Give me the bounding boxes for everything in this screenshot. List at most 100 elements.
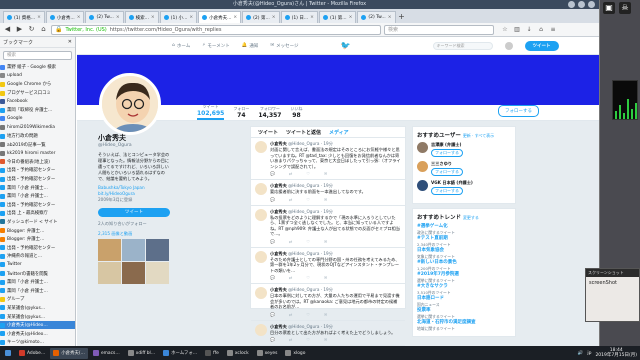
tab-close-icon[interactable]: × bbox=[349, 15, 353, 20]
tweet-item[interactable]: 小倉秀夫 @Hideo_Ogura · 19分 要応援者前に決する前面を一本進出し… bbox=[251, 180, 405, 206]
bookmark-item[interactable]: kk2019 hiromi master bbox=[0, 149, 75, 158]
ime-indicator[interactable]: jp bbox=[587, 351, 591, 356]
close-icon[interactable]: ✕ bbox=[68, 39, 72, 45]
close-button[interactable] bbox=[588, 1, 595, 8]
tweet-author[interactable]: 小倉秀夫 bbox=[270, 183, 287, 188]
minimize-button[interactable] bbox=[568, 1, 575, 8]
suggested-user-name[interactable]: 吉澤康 (弁護士) bbox=[431, 142, 463, 148]
retweet-icon[interactable]: ⇄ bbox=[289, 312, 292, 317]
follow-button[interactable]: フォローする bbox=[431, 168, 463, 176]
taskbar-item[interactable]: Adobe… bbox=[16, 348, 48, 359]
new-tab-button[interactable]: + bbox=[397, 11, 407, 23]
profile-stat[interactable]: ツイート 102,695 bbox=[197, 104, 225, 120]
bookmark-item[interactable]: Blogger: 弁護士… bbox=[0, 226, 75, 235]
suggested-user-name[interactable]: VGK 日本語 (弁護士) bbox=[431, 180, 473, 186]
retweet-icon[interactable]: ⇄ bbox=[289, 239, 292, 244]
tab-close-icon[interactable]: × bbox=[233, 15, 237, 20]
twitter-search-input[interactable]: キーワード検索 bbox=[432, 41, 493, 50]
photos-link[interactable]: 2,315 画像と動画 bbox=[98, 231, 170, 237]
terminal-icon[interactable]: ▣ bbox=[603, 2, 615, 14]
tab-close-icon[interactable]: × bbox=[272, 15, 276, 20]
nav-moments[interactable]: ⚡ モーメント bbox=[202, 43, 230, 49]
taskbar-item[interactable]: xclock bbox=[224, 348, 252, 359]
profile-stat[interactable]: フォロワー 14,357 bbox=[258, 106, 281, 120]
tab-close-icon[interactable]: × bbox=[37, 15, 41, 20]
share-icon[interactable]: ✉ bbox=[324, 171, 327, 176]
browser-tab[interactable]: (1) 資格... × bbox=[3, 11, 45, 23]
skull-icon[interactable]: ☠ bbox=[619, 2, 631, 14]
bookmark-item[interactable]: キーツ@kimoto… bbox=[0, 338, 75, 346]
browser-tab[interactable]: (1) 小... × bbox=[159, 11, 198, 23]
home-page-icon[interactable]: ⌂ bbox=[537, 26, 545, 34]
tweet-item[interactable]: 小倉秀夫 @Hideo_Ogura · 19分 日本の事例に対しての方が、大量の人… bbox=[251, 284, 405, 321]
bookmark-item[interactable]: Twitterの書籍を閲覧 bbox=[0, 269, 75, 278]
clock[interactable]: 18:44 2019年7月15日(月) bbox=[595, 348, 637, 358]
suggested-user-name[interactable]: 三三さゆり bbox=[431, 161, 463, 167]
bookmark-item[interactable]: 薫岡「小倉 弁護士… bbox=[0, 286, 75, 295]
start-menu-icon[interactable] bbox=[2, 348, 14, 359]
browser-tab[interactable]: (2) 第... × bbox=[242, 11, 280, 23]
bookmark-item[interactable]: 某某議会(@ykus… bbox=[0, 312, 75, 321]
tab-close-icon[interactable]: × bbox=[77, 15, 81, 20]
timeline-tab[interactable]: メディア bbox=[329, 129, 349, 136]
reply-icon[interactable]: 💬 bbox=[270, 197, 275, 202]
avatar[interactable] bbox=[255, 208, 267, 221]
bookmark-item[interactable]: 某某議会(@ykus… bbox=[0, 304, 75, 313]
tab-close-icon[interactable]: × bbox=[151, 15, 155, 20]
taskbar-item[interactable]: 小倉秀夫(… bbox=[50, 347, 88, 359]
avatar[interactable] bbox=[417, 142, 428, 153]
bookmark-item[interactable]: hiromi2019Wikimedia bbox=[0, 123, 75, 132]
retweet-icon[interactable]: ⇄ bbox=[289, 197, 292, 202]
tweet-item[interactable]: 小倉秀夫 @Hideo_Ogura · 19分 私の投票をどのように理解するかで「… bbox=[251, 206, 405, 248]
bookmark-item[interactable]: Google bbox=[0, 115, 75, 124]
bookmark-item[interactable]: 地方行政の問題 bbox=[0, 132, 75, 141]
url-bar[interactable]: 🔒 Twitter, Inc. (US) https://twitter.com… bbox=[51, 24, 381, 35]
share-icon[interactable]: ✉ bbox=[324, 197, 327, 202]
tweet-author[interactable]: 小倉秀夫 bbox=[270, 324, 287, 329]
like-icon[interactable]: ♡ bbox=[306, 197, 310, 202]
menu-icon[interactable]: ≡ bbox=[549, 26, 557, 34]
profile-avatar[interactable] bbox=[99, 73, 161, 135]
tab-close-icon[interactable]: × bbox=[310, 15, 314, 20]
browser-tab[interactable]: 小倉秀夫... × bbox=[198, 11, 242, 23]
browser-tab[interactable]: 検索... × bbox=[124, 11, 159, 23]
browser-tab[interactable]: (1) 日... × bbox=[280, 11, 318, 23]
reply-icon[interactable]: 💬 bbox=[270, 275, 275, 280]
share-icon[interactable]: ✉ bbox=[324, 275, 327, 280]
photo-thumbnail[interactable] bbox=[122, 262, 145, 284]
bookmark-item[interactable]: 出発・予約確認センター bbox=[0, 175, 75, 184]
forward-icon[interactable]: ▶ bbox=[15, 25, 24, 34]
bookmark-item[interactable]: 薫岡「小倉 弁護士… bbox=[0, 192, 75, 201]
photo-thumbnail[interactable] bbox=[146, 239, 169, 261]
home-icon[interactable]: ⌂ bbox=[39, 25, 48, 34]
profile-stat[interactable]: いいね 98 bbox=[290, 106, 302, 120]
timeline-tab[interactable]: ツイート bbox=[258, 129, 278, 136]
follow-button[interactable]: フォローする bbox=[498, 105, 539, 117]
profile-stat[interactable]: フォロー 74 bbox=[233, 106, 249, 120]
reply-icon[interactable]: 💬 bbox=[270, 171, 275, 176]
avatar[interactable] bbox=[255, 250, 267, 263]
tweet-author[interactable]: 小倉秀夫 bbox=[270, 251, 287, 256]
download-icon[interactable]: ↓ bbox=[525, 26, 533, 34]
tweet-author[interactable]: 小倉秀夫 bbox=[270, 209, 287, 214]
like-icon[interactable]: ♡ bbox=[306, 275, 310, 280]
bookmark-item[interactable]: 出発・予約確認センター bbox=[0, 166, 75, 175]
photo-thumbnail[interactable] bbox=[98, 262, 121, 284]
avatar[interactable] bbox=[255, 287, 267, 299]
bookmark-item[interactable]: Google Chrome から bbox=[0, 80, 75, 89]
avatar[interactable] bbox=[417, 180, 428, 191]
retweet-icon[interactable]: ⇄ bbox=[289, 337, 292, 342]
bookmark-item[interactable]: 沖縄県の報道と… bbox=[0, 252, 75, 261]
reply-icon[interactable]: 💬 bbox=[270, 312, 275, 317]
bookmark-item[interactable]: 出発 上・最高検察庁 bbox=[0, 209, 75, 218]
avatar[interactable] bbox=[255, 141, 267, 153]
library-icon[interactable]: ▥ bbox=[513, 26, 521, 34]
taskbar-item[interactable]: xeyes bbox=[254, 348, 281, 359]
tweet-item[interactable]: 小倉秀夫 @Hideo_Ogura · 19分 目分の票差として出た方があればよく… bbox=[251, 321, 405, 346]
bookmark-item[interactable]: ab2019の記事一覧 bbox=[0, 140, 75, 149]
sidebar-search-input[interactable]: 検索 bbox=[3, 51, 72, 60]
trends-change-link[interactable]: 変更する bbox=[463, 215, 479, 220]
tab-close-icon[interactable]: × bbox=[116, 15, 120, 20]
bookmark-item[interactable]: ブログサービス口コミ bbox=[0, 89, 75, 98]
like-icon[interactable]: ♡ bbox=[306, 337, 310, 342]
